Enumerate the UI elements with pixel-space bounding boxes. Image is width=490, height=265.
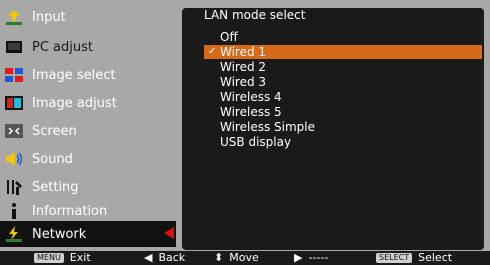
- menu-item-network[interactable]: Network: [0, 221, 176, 247]
- exit-hint[interactable]: MENU Exit: [34, 251, 91, 265]
- pc-adjust-icon: [4, 37, 24, 57]
- main-menu: Input PC adjust Image select Image adjus…: [0, 0, 176, 250]
- menu-item-setting[interactable]: Setting: [0, 174, 176, 200]
- option-wireless-5[interactable]: Wireless 5: [204, 105, 482, 119]
- option-wired-1[interactable]: ✓ Wired 1: [204, 45, 482, 59]
- lan-mode-panel: LAN mode select Off ✓ Wired 1 Wired 2 Wi…: [182, 8, 484, 250]
- menu-item-input[interactable]: Input: [0, 4, 176, 30]
- up-down-arrow-icon: ⬍: [214, 251, 224, 264]
- menu-item-label: Network: [32, 226, 87, 242]
- network-icon: [4, 224, 24, 244]
- option-off[interactable]: Off: [204, 30, 482, 44]
- bottom-help-bar: MENU Exit ◀ Back ⬍ Move ▶ ----- SELECT S…: [0, 251, 490, 265]
- screen-icon: [4, 121, 24, 141]
- menu-item-image-select[interactable]: Image select: [0, 62, 176, 88]
- left-arrow-icon: ◀: [144, 251, 153, 264]
- option-wired-2[interactable]: Wired 2: [204, 60, 482, 74]
- check-icon: ✓: [208, 46, 217, 57]
- menu-item-label: Information: [32, 203, 108, 219]
- move-hint[interactable]: ⬍ Move: [214, 251, 259, 265]
- option-wireless-simple[interactable]: Wireless Simple: [204, 120, 482, 134]
- menu-item-screen[interactable]: Screen: [0, 118, 176, 144]
- menu-item-label: Image select: [32, 67, 116, 83]
- menu-item-label: Input: [32, 9, 66, 25]
- back-hint[interactable]: ◀ Back: [144, 251, 185, 265]
- selected-arrow-icon: [164, 227, 174, 239]
- next-hint[interactable]: ▶ -----: [294, 251, 328, 265]
- option-usb-display[interactable]: USB display: [204, 135, 482, 149]
- menu-item-label: Screen: [32, 123, 77, 139]
- select-hint[interactable]: SELECT Select: [376, 251, 452, 265]
- menu-item-label: Image adjust: [32, 95, 117, 111]
- information-icon: [4, 201, 24, 221]
- image-adjust-icon: [4, 93, 24, 113]
- sound-icon: [4, 149, 24, 169]
- option-wired-3[interactable]: Wired 3: [204, 75, 482, 89]
- right-arrow-icon: ▶: [294, 251, 303, 264]
- menu-item-label: PC adjust: [32, 39, 93, 55]
- menu-item-label: Sound: [32, 151, 73, 167]
- image-select-icon: [4, 65, 24, 85]
- menu-item-image-adjust[interactable]: Image adjust: [0, 90, 176, 116]
- menu-item-label: Setting: [32, 179, 79, 195]
- menu-item-pc-adjust[interactable]: PC adjust: [0, 34, 176, 60]
- select-key-badge: SELECT: [376, 253, 413, 263]
- setting-icon: [4, 177, 24, 197]
- menu-item-sound[interactable]: Sound: [0, 146, 176, 172]
- input-icon: [4, 7, 24, 27]
- menu-key-badge: MENU: [34, 253, 64, 263]
- option-wireless-4[interactable]: Wireless 4: [204, 90, 482, 104]
- panel-title: LAN mode select: [204, 8, 306, 22]
